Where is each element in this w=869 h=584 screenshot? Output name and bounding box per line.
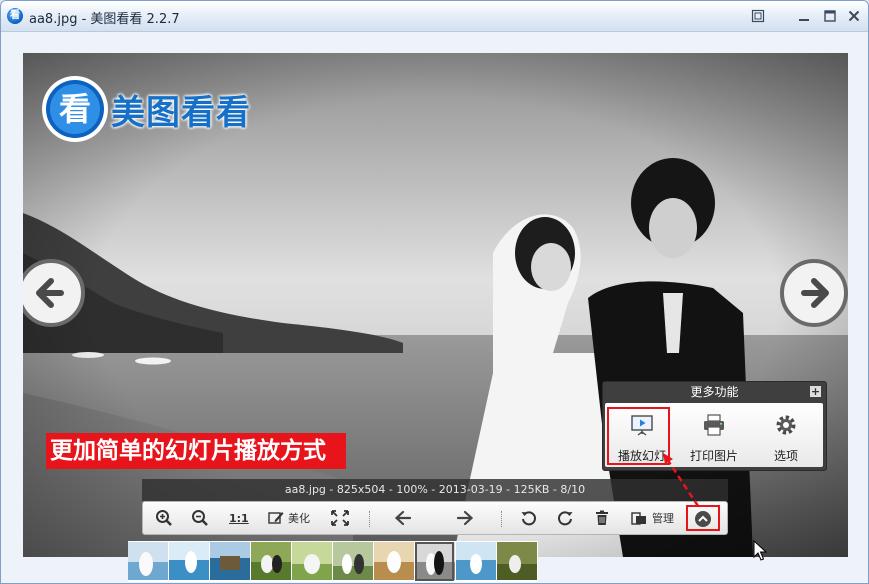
previous-image-button[interactable] <box>23 259 85 327</box>
zoom-in-button[interactable] <box>155 508 173 528</box>
delete-button[interactable] <box>593 508 611 528</box>
options-label: 选项 <box>773 449 798 463</box>
minimize-button[interactable] <box>795 7 813 25</box>
arrow-left-icon <box>23 259 85 327</box>
beautify-button[interactable]: 美化 <box>267 508 310 528</box>
gear-icon <box>776 415 796 435</box>
thumbnail-1[interactable] <box>128 542 168 580</box>
thumbnail-10[interactable] <box>497 542 537 580</box>
arrow-left-icon <box>394 510 412 526</box>
more-features-title: 更多功能 <box>690 385 739 399</box>
zoom-in-icon <box>156 510 172 526</box>
actual-size-button[interactable]: 1:1 <box>229 508 249 528</box>
app-window: 看 aa8.jpg - 美图看看 2.2.7 看 美图看看 更加简单的幻灯片播放… <box>0 0 869 584</box>
manage-button[interactable]: 管理 <box>630 508 674 528</box>
thumbnail-6[interactable] <box>333 542 373 580</box>
arrow-right-icon <box>456 510 474 526</box>
thumbnail-4[interactable] <box>251 542 291 580</box>
toolbar-divider <box>369 511 371 527</box>
rotate-left-button[interactable] <box>520 508 538 528</box>
arrow-right-icon <box>780 259 848 327</box>
thumbnail-5[interactable] <box>292 542 332 580</box>
fullscreen-button[interactable] <box>330 508 350 528</box>
expand-icon <box>331 510 349 526</box>
rotate-right-button[interactable] <box>556 508 574 528</box>
toolbar-next-button[interactable] <box>455 508 475 528</box>
actual-size-label: 1:1 <box>229 511 249 525</box>
toolbar-previous-button[interactable] <box>393 508 413 528</box>
more-button-highlight <box>686 505 720 531</box>
rotate-right-icon <box>558 511 573 526</box>
toolbar-divider <box>501 511 503 527</box>
app-icon: 看 <box>7 8 23 24</box>
fit-screen-button[interactable] <box>749 7 767 25</box>
brand-logo-icon: 看 <box>42 76 108 142</box>
brand-logo-text: 美图看看 <box>111 93 251 133</box>
folder-icon <box>631 512 646 525</box>
close-icon <box>848 10 860 22</box>
thumbnail-2[interactable] <box>169 542 209 580</box>
viewer-toolbar: 1:1 美化 管理 <box>142 501 728 535</box>
plus-icon[interactable]: + <box>810 386 821 397</box>
manage-label: 管理 <box>652 512 674 525</box>
slideshow-highlight <box>607 407 670 465</box>
fit-screen-icon <box>751 9 765 23</box>
print-label: 打印图片 <box>689 449 738 463</box>
printer-icon <box>704 414 724 436</box>
logo-glyph: 看 <box>59 90 91 128</box>
pencil-icon <box>268 512 284 524</box>
thumbnail-strip <box>128 541 538 582</box>
rotate-left-icon <box>521 511 536 526</box>
thumbnail-selection-frame <box>415 542 454 581</box>
thumbnail-3[interactable] <box>210 542 250 580</box>
beautify-label: 美化 <box>288 512 310 525</box>
close-button[interactable] <box>845 7 863 25</box>
next-image-button[interactable] <box>780 259 848 327</box>
title-bar[interactable]: 看 aa8.jpg - 美图看看 2.2.7 <box>1 1 868 32</box>
zoom-out-icon <box>192 510 208 526</box>
print-button[interactable]: 打印图片 <box>679 407 749 463</box>
promo-banner: 更加简单的幻灯片播放方式 <box>46 433 346 469</box>
maximize-icon <box>824 10 836 22</box>
minimize-icon <box>799 19 809 21</box>
trash-icon <box>596 510 608 525</box>
window-title: aa8.jpg - 美图看看 2.2.7 <box>29 12 180 27</box>
image-info-bar: aa8.jpg - 825x504 - 100% - 2013-03-19 - … <box>142 479 728 501</box>
thumbnail-7[interactable] <box>374 542 414 580</box>
options-button[interactable]: 选项 <box>751 407 821 463</box>
zoom-out-button[interactable] <box>191 508 209 528</box>
mouse-cursor-icon <box>753 540 767 561</box>
maximize-button[interactable] <box>821 7 839 25</box>
thumbnail-9[interactable] <box>456 542 496 580</box>
